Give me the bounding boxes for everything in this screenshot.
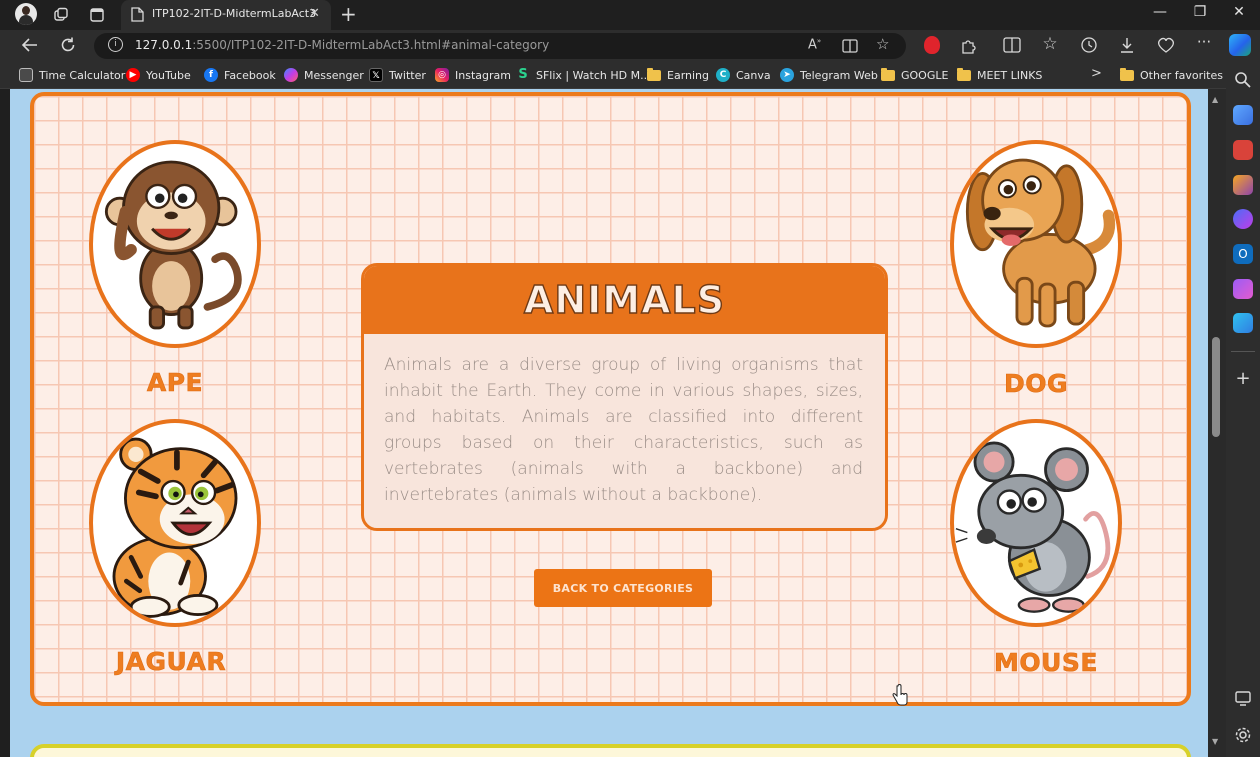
edge-sidebar: O + — [1226, 61, 1260, 757]
animal-name-jaguar[interactable]: JAGUAR — [85, 647, 257, 677]
animal-name-mouse[interactable]: MOUSE — [960, 648, 1132, 678]
messenger-icon — [284, 68, 298, 82]
bookmark-facebook[interactable]: f Facebook — [204, 67, 276, 83]
page-scrollbar[interactable]: ▲ ▼ — [1208, 89, 1226, 757]
add-icon[interactable]: + — [1233, 369, 1253, 389]
more-menu-icon[interactable]: ··· — [1193, 33, 1215, 51]
canva-icon: C — [716, 68, 730, 82]
next-section-panel — [30, 744, 1191, 757]
new-tab-icon[interactable]: + — [340, 2, 357, 26]
sidebar-divider — [1231, 351, 1255, 352]
jaguar-image[interactable] — [89, 419, 261, 627]
tab-active[interactable]: ITP102-2IT-D-MidtermLabAct3 ✕ — [121, 0, 331, 30]
folder-icon — [957, 67, 971, 81]
immersive-reader-icon[interactable] — [842, 39, 858, 53]
page-icon — [131, 7, 144, 22]
favorites-icon[interactable]: ☆ — [1039, 34, 1061, 54]
copilot-icon[interactable] — [1229, 34, 1251, 56]
bookmark-time-calculator[interactable]: Time Calculator — [19, 67, 125, 83]
sflix-icon: S — [518, 67, 528, 82]
games-icon[interactable] — [1233, 175, 1253, 195]
info-card-description: Animals are a diverse group of living or… — [384, 355, 863, 505]
close-window-icon[interactable]: ✕ — [1229, 4, 1249, 20]
pointer-hand-cursor-icon — [892, 684, 908, 706]
bookmark-earning[interactable]: Earning — [647, 67, 709, 83]
shopping-tag-icon[interactable] — [1233, 105, 1253, 125]
mouse-image[interactable] — [950, 419, 1122, 627]
bookmark-google[interactable]: GOOGLE — [881, 67, 948, 83]
animal-name-dog[interactable]: DOG — [950, 369, 1122, 399]
minimize-icon[interactable]: — — [1150, 4, 1170, 20]
instagram-icon: ◎ — [435, 68, 449, 82]
url-text[interactable]: 127.0.0.1:5500/ITP102-2IT-D-MidtermLabAc… — [135, 38, 549, 52]
address-bar[interactable]: i 127.0.0.1:5500/ITP102-2IT-D-MidtermLab… — [94, 33, 906, 59]
youtube-icon: ▶ — [126, 68, 140, 82]
bookmark-instagram[interactable]: ◎ Instagram — [435, 67, 511, 83]
folder-icon — [881, 67, 895, 81]
folder-icon — [647, 67, 661, 81]
navigation-bar: i 127.0.0.1:5500/ITP102-2IT-D-MidtermLab… — [0, 30, 1260, 61]
outlook-icon[interactable]: O — [1233, 244, 1253, 264]
animal-category-panel: APE JAGUAR DOG MOUSE ANIMALS Animals are… — [30, 92, 1191, 706]
ape-illustration — [104, 160, 242, 330]
jaguar-illustration — [112, 437, 238, 618]
tab-close-icon[interactable]: ✕ — [309, 6, 320, 21]
bookmark-telegram[interactable]: ➤ Telegram Web — [780, 67, 878, 83]
extensions-icon[interactable] — [960, 37, 978, 55]
dog-illustration — [965, 158, 1116, 328]
animal-name-ape[interactable]: APE — [89, 368, 261, 398]
facebook-icon: f — [204, 68, 218, 82]
screenshot-icon[interactable] — [1233, 688, 1253, 708]
downloads-icon[interactable] — [1118, 36, 1136, 54]
split-screen-icon[interactable] — [1003, 37, 1021, 53]
bookmark-canva[interactable]: C Canva — [716, 67, 771, 83]
favorite-star-icon[interactable]: ☆ — [876, 35, 889, 53]
scroll-down-icon[interactable]: ▼ — [1212, 737, 1218, 746]
copilot-sidebar-icon[interactable] — [1233, 209, 1253, 229]
bookmark-meet-links[interactable]: MEET LINKS — [957, 67, 1042, 83]
page-viewport: APE JAGUAR DOG MOUSE ANIMALS Animals are… — [10, 89, 1208, 757]
read-aloud-icon[interactable]: A» — [808, 37, 821, 52]
tab-title: ITP102-2IT-D-MidtermLabAct3 — [152, 7, 317, 20]
settings-gear-icon[interactable] — [1233, 725, 1253, 745]
bookmarks-bar: Time Calculator ▶ YouTube f Facebook Mes… — [0, 61, 1260, 89]
info-card-title: ANIMALS — [523, 277, 726, 322]
ape-image[interactable] — [89, 140, 261, 348]
scroll-up-icon[interactable]: ▲ — [1212, 95, 1218, 104]
animals-info-card: ANIMALS Animals are a diverse group of l… — [361, 263, 888, 531]
x-icon: 𝕏 — [369, 68, 383, 82]
browser-essentials-icon[interactable] — [1156, 36, 1176, 54]
send-icon[interactable] — [1233, 313, 1253, 333]
profile-avatar[interactable] — [15, 3, 37, 25]
back-arrow-icon[interactable] — [20, 37, 40, 53]
scroll-thumb[interactable] — [1212, 337, 1220, 437]
title-bar: ITP102-2IT-D-MidtermLabAct3 ✕ + — ❐ ✕ — [0, 0, 1260, 30]
bookmark-other-favorites[interactable]: Other favorites — [1120, 67, 1223, 83]
maximize-icon[interactable]: ❐ — [1190, 4, 1210, 20]
tab-actions-icon[interactable] — [88, 6, 106, 24]
history-icon[interactable] — [1080, 36, 1098, 54]
chevron-right-icon[interactable]: > — [1091, 66, 1102, 81]
folder-icon — [1120, 67, 1134, 81]
bookmark-messenger[interactable]: Messenger — [284, 67, 364, 83]
dog-image[interactable] — [950, 140, 1122, 348]
bookmark-sflix[interactable]: S SFlix | Watch HD M... — [516, 67, 650, 83]
telegram-icon: ➤ — [780, 68, 794, 82]
workspaces-icon[interactable] — [52, 6, 70, 24]
tools-briefcase-icon[interactable] — [1233, 140, 1253, 160]
adblock-icon[interactable] — [924, 36, 940, 54]
mouse-illustration — [955, 441, 1111, 613]
site-info-icon[interactable]: i — [108, 37, 123, 52]
back-to-categories-button[interactable]: BACK TO CATEGORIES — [534, 569, 712, 607]
refresh-icon[interactable] — [59, 36, 77, 54]
bookmark-youtube[interactable]: ▶ YouTube — [126, 67, 191, 83]
search-icon[interactable] — [1233, 70, 1253, 90]
info-card-header: ANIMALS — [364, 266, 885, 334]
bookmark-twitter[interactable]: 𝕏 Twitter — [369, 67, 426, 83]
designer-icon[interactable] — [1233, 279, 1253, 299]
grid-icon — [19, 68, 33, 82]
